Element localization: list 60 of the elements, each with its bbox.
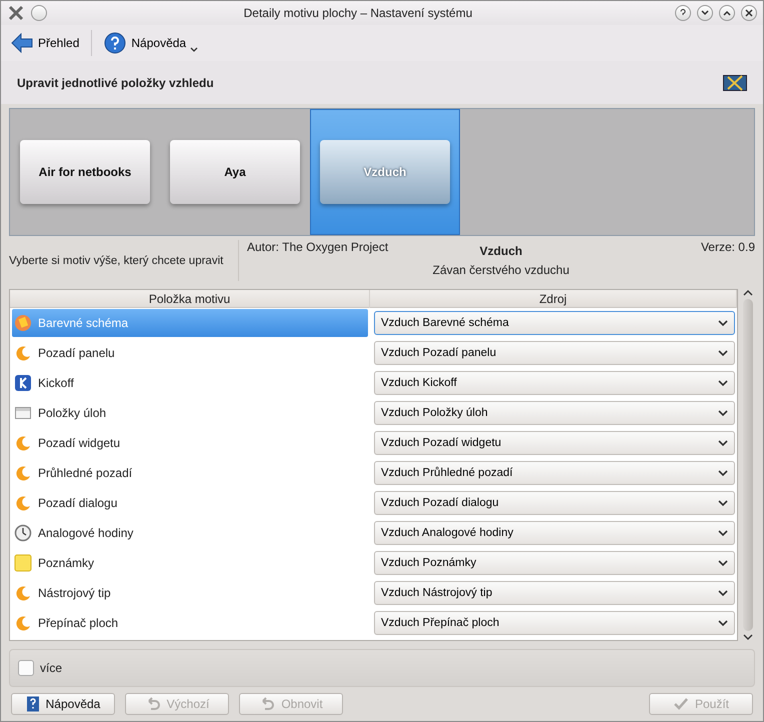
back-arrow-icon — [11, 32, 33, 53]
close-icon — [745, 8, 753, 17]
theme-preview: Vzduch — [320, 140, 450, 204]
source-dropdown[interactable]: Vzduch Položky úloh — [374, 401, 735, 426]
scroll-up-icon[interactable] — [743, 289, 753, 298]
hint-text: Vyberte si motiv výše, který chcete upravit — [9, 254, 224, 267]
theme-tile[interactable]: Air for netbooks — [10, 109, 160, 235]
theme-item[interactable]: Přepínač ploch — [12, 609, 368, 638]
more-checkbox[interactable] — [18, 660, 34, 676]
theme-item[interactable]: Pozadí panelu — [12, 339, 368, 368]
theme-description: Závan čerstvého vzduchu — [432, 262, 570, 277]
maximize-button[interactable] — [719, 4, 735, 21]
help-button[interactable]: Nápověda — [102, 30, 188, 56]
section-heading: Upravit jednotlivé položky vzhledu — [17, 76, 214, 90]
checkmark-icon — [672, 697, 689, 711]
theme-tile[interactable]: Aya — [160, 109, 310, 235]
theme-item[interactable]: Poznámky — [12, 549, 368, 578]
minimize-button[interactable] — [697, 4, 713, 21]
help-button[interactable] — [675, 4, 691, 21]
theme-item[interactable]: Průhledné pozadí — [12, 459, 368, 488]
back-button[interactable]: Přehled — [9, 30, 82, 55]
author-text: Autor: The Oxygen Project — [247, 240, 388, 254]
version-text: Verze: 0.9 — [700, 240, 755, 254]
source-dropdown[interactable]: Vzduch Nástrojový tip — [374, 581, 735, 606]
column-header[interactable]: Položka motivu — [10, 290, 370, 308]
column-header[interactable]: Zdroj — [370, 290, 737, 308]
help-book-icon — [26, 696, 40, 712]
theme-item[interactable]: Pozadí widgetu — [12, 429, 368, 458]
source-dropdown[interactable]: Vzduch Průhledné pozadí — [374, 461, 735, 486]
kickoff-icon — [14, 374, 32, 392]
theme-name: Vzduch — [480, 244, 522, 258]
theme-item[interactable]: Kickoff — [12, 369, 368, 398]
source-dropdown[interactable]: Vzduch Kickoff — [374, 371, 735, 396]
more-label[interactable]: více — [40, 661, 62, 676]
question-mark-icon — [679, 8, 687, 17]
theme-item[interactable]: Analogové hodiny — [12, 519, 368, 548]
source-dropdown[interactable]: Vzduch Pozadí panelu — [374, 341, 735, 366]
help-icon — [104, 32, 126, 54]
pin-button[interactable] — [31, 4, 47, 21]
source-dropdown[interactable]: Vzduch Barevné schéma — [374, 311, 735, 336]
scrollbar-thumb[interactable] — [743, 299, 753, 632]
dropdown-caret-icon[interactable] — [190, 46, 198, 53]
scroll-down-icon[interactable] — [743, 633, 753, 642]
help-button[interactable]: Nápověda — [11, 693, 115, 715]
source-dropdown[interactable]: Vzduch Analogové hodiny — [374, 521, 735, 546]
window-title: Detaily motivu plochy – Nastavení systému — [242, 6, 474, 20]
close-button[interactable] — [741, 4, 757, 21]
clock-icon — [14, 524, 32, 542]
source-dropdown[interactable]: Vzduch Pozadí dialogu — [374, 491, 735, 516]
theme-item[interactable]: Nástrojový tip — [12, 579, 368, 608]
theme-preview: Air for netbooks — [20, 140, 150, 204]
source-dropdown[interactable]: Vzduch Pozadí widgetu — [374, 431, 735, 456]
theme-preview: Aya — [170, 140, 300, 204]
theme-item[interactable]: Položky úloh — [12, 399, 368, 428]
chevron-down-icon — [701, 8, 709, 17]
source-dropdown[interactable]: Vzduch Poznámky — [374, 551, 735, 576]
chevron-up-icon — [723, 8, 731, 17]
theme-item[interactable]: Pozadí dialogu — [12, 489, 368, 518]
note-icon — [14, 554, 32, 572]
source-dropdown[interactable]: Vzduch Přepínač ploch — [374, 611, 735, 636]
